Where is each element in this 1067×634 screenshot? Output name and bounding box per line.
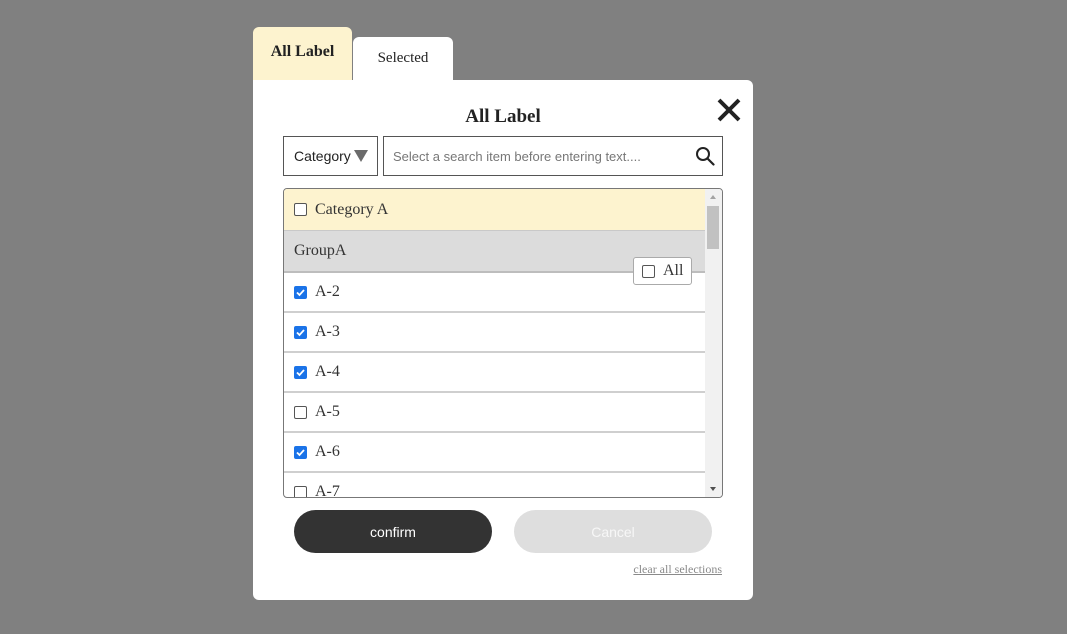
item-checkbox[interactable] (294, 485, 307, 497)
list-item[interactable]: A-5 (284, 393, 705, 433)
label-list-content: Category A GroupA A-2 A-3 A-4 A-5 A-6 A-7 (284, 189, 705, 498)
tab-all-label[interactable]: All Label (253, 27, 352, 80)
dropdown-triangle-icon (354, 150, 368, 162)
group-all-toggle[interactable]: All (633, 257, 692, 285)
list-item[interactable]: A-6 (284, 433, 705, 473)
modal-title: All Label (465, 106, 541, 127)
check-icon (296, 328, 305, 336)
tab-selected[interactable]: Selected (353, 37, 453, 80)
item-label: A-5 (315, 403, 340, 420)
category-select-value: Category (294, 148, 351, 164)
all-checkbox[interactable] (642, 264, 655, 278)
category-checkbox[interactable] (294, 203, 307, 216)
category-row[interactable]: Category A (284, 189, 705, 231)
check-icon (296, 288, 305, 296)
label-selector-modal: All Label Category Category A GroupA (253, 80, 753, 600)
list-item[interactable]: A-7 (284, 473, 705, 498)
item-checkbox[interactable] (294, 285, 307, 299)
tab-all-label-text: All Label (270, 42, 335, 60)
item-rows: A-2 A-3 A-4 A-5 A-6 A-7 (284, 273, 705, 498)
cancel-button[interactable]: Cancel (514, 510, 712, 553)
item-label: A-7 (315, 483, 340, 498)
close-icon (717, 98, 741, 122)
label-list: Category A GroupA A-2 A-3 A-4 A-5 A-6 A-7 All (283, 188, 723, 498)
confirm-button[interactable]: confirm (294, 510, 492, 553)
search-icon[interactable] (695, 146, 715, 166)
close-button[interactable] (715, 96, 743, 124)
category-select[interactable]: Category (283, 136, 378, 176)
search-box (383, 136, 723, 176)
group-label: GroupA (294, 242, 347, 259)
item-label: A-3 (315, 323, 340, 340)
check-icon (296, 368, 305, 376)
scrollbar-thumb[interactable] (707, 206, 719, 249)
tab-selected-text: Selected (377, 50, 429, 66)
all-label: All (663, 262, 684, 279)
scroll-up-arrow-icon[interactable] (710, 195, 716, 199)
item-label: A-6 (315, 443, 340, 460)
check-icon (296, 448, 305, 456)
item-label: A-4 (315, 363, 340, 380)
clear-all-selections-link[interactable]: clear all selections (633, 562, 722, 577)
item-checkbox[interactable] (294, 405, 307, 419)
item-label: A-2 (315, 283, 340, 300)
scroll-down-arrow-icon[interactable] (710, 487, 716, 491)
list-item[interactable]: A-3 (284, 313, 705, 353)
item-checkbox[interactable] (294, 365, 307, 379)
search-input[interactable] (384, 137, 684, 175)
item-checkbox[interactable] (294, 445, 307, 459)
item-checkbox[interactable] (294, 325, 307, 339)
list-item[interactable]: A-4 (284, 353, 705, 393)
category-label: Category A (315, 200, 389, 218)
scrollbar[interactable] (705, 189, 722, 497)
